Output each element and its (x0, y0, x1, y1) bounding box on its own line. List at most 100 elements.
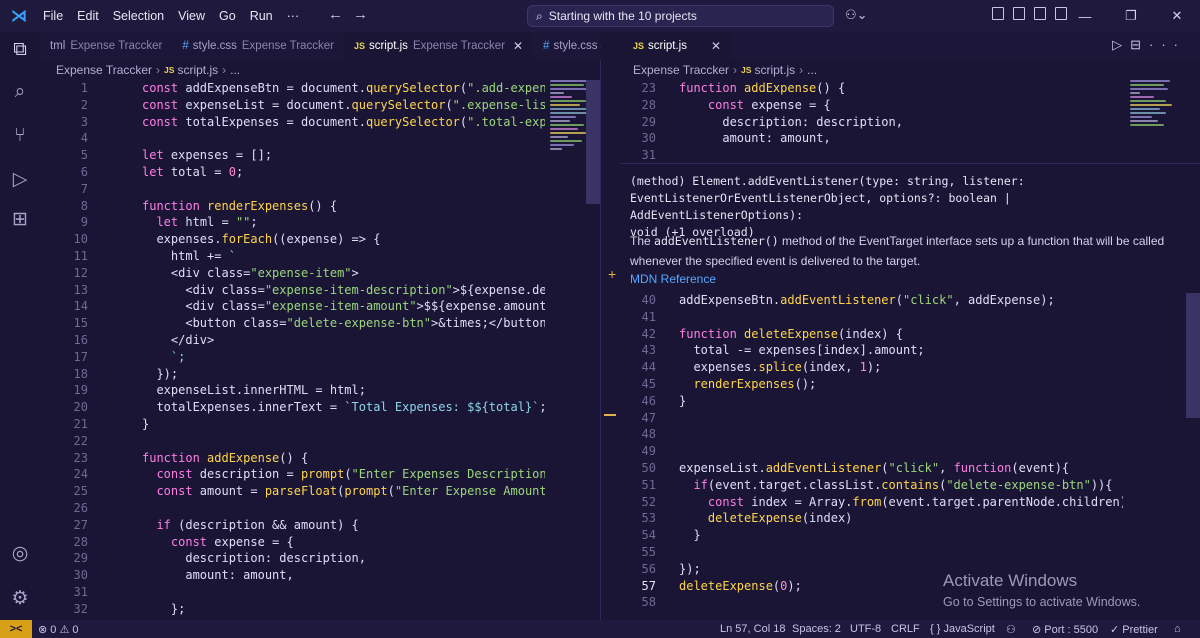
mdn-reference-link[interactable]: MDN Reference (630, 272, 716, 286)
code-line[interactable]: 10 expenses.forEach((expense) => { (40, 231, 381, 248)
code-line[interactable]: 46} (621, 393, 687, 410)
tab-index-html[interactable]: tml Expense Traccker (40, 32, 172, 60)
code-line[interactable]: 6 let total = 0; (40, 164, 243, 181)
close-tab-icon[interactable]: ✕ (711, 39, 721, 53)
code-line[interactable]: 16 </div> (40, 332, 215, 349)
code-line[interactable]: 31 (40, 584, 142, 601)
run-icon[interactable]: ▷ (1112, 37, 1130, 52)
code-line[interactable]: 47 (621, 410, 679, 427)
tab-style-css[interactable]: # style.css Expense Traccker (172, 32, 344, 60)
code-line[interactable]: 12 <div class="expense-item"> (40, 265, 359, 282)
code-line[interactable]: 23 function addExpense() { (40, 450, 309, 467)
breadcrumb-folder[interactable]: Expense Traccker (633, 63, 729, 77)
code-line[interactable]: 8 function renderExpenses() { (40, 198, 337, 215)
menu-go[interactable]: Go (212, 9, 243, 23)
split-editor-icon[interactable]: ⊟ (1130, 37, 1149, 52)
left-code-editor[interactable]: 1 const addExpenseBtn = document.querySel… (40, 80, 545, 620)
code-line[interactable]: 21} (40, 416, 150, 433)
command-center-search[interactable]: ⌕ Starting with the 10 projects (527, 5, 834, 27)
breadcrumb-file[interactable]: script.js (754, 63, 795, 77)
code-line[interactable]: 9 let html = ""; (40, 214, 258, 231)
menu-file[interactable]: File (36, 9, 70, 23)
copilot-icon[interactable]: ⚇⌄ (845, 7, 868, 23)
code-line[interactable]: 1 const addExpenseBtn = document.querySel… (40, 80, 545, 97)
code-line[interactable]: 15 <button class="delete-expense-btn">&t… (40, 315, 545, 332)
back-arrow-icon[interactable]: ← (328, 6, 353, 23)
cursor-position[interactable]: Ln 57, Col 18 (720, 623, 785, 635)
code-line[interactable]: 55 (621, 544, 679, 561)
code-line[interactable]: 23 function addExpense() { (621, 80, 846, 97)
code-line[interactable]: 20 totalExpenses.innerText = `Total Expe… (40, 399, 545, 416)
forward-arrow-icon[interactable]: → (353, 6, 378, 23)
code-line[interactable]: 41 (621, 309, 679, 326)
extensions-icon[interactable]: ⊞ (8, 208, 32, 232)
close-tab-icon[interactable]: ✕ (513, 39, 523, 53)
code-line[interactable]: 29 description: description, (621, 114, 903, 131)
toggle-primary-sidebar-icon[interactable] (1013, 7, 1025, 20)
code-line[interactable]: 25 const amount = parseFloat(prompt("Ent… (40, 483, 545, 500)
indentation[interactable]: Spaces: 2 (792, 623, 841, 635)
code-line[interactable]: 57 deleteExpense(0); (621, 578, 802, 595)
live-server-port[interactable]: ⊘ Port : 5500 (1032, 623, 1098, 636)
code-line[interactable]: 19 expenseList.innerHTML = html; (40, 382, 366, 399)
breadcrumb-symbol[interactable]: ... (230, 63, 240, 77)
code-line[interactable]: 13 <div class="expense-item-description"… (40, 282, 545, 299)
code-line[interactable]: 43 total -= expenses[index].amount; (621, 342, 925, 359)
minimize-icon[interactable]: — (1062, 0, 1108, 32)
close-window-icon[interactable]: ✕ (1154, 0, 1200, 32)
code-line[interactable]: 26 (40, 500, 142, 517)
code-line[interactable]: 3 const totalExpenses = document.querySel… (40, 114, 545, 131)
menu-more[interactable]: ··· (280, 9, 307, 23)
tab-script-js-right[interactable]: JS script.js ✕ (601, 32, 732, 60)
code-line[interactable]: 30 amount: amount, (40, 567, 294, 584)
code-line[interactable]: 29 description: description, (40, 550, 366, 567)
code-line[interactable]: 24 const description = prompt("Enter Exp… (40, 466, 545, 483)
prettier-status[interactable]: ✓ Prettier (1110, 623, 1158, 636)
breadcrumb-folder[interactable]: Expense Traccker (56, 63, 152, 77)
code-line[interactable]: 5 let expenses = []; (40, 147, 272, 164)
toggle-panel-icon[interactable] (1034, 7, 1046, 20)
code-line[interactable]: 48 (621, 426, 679, 443)
code-line[interactable]: 30 amount: amount, (621, 130, 831, 147)
right-code-editor-top[interactable]: 23 function addExpense() {28 const expens… (621, 80, 1123, 165)
code-line[interactable]: 28 const expense = { (40, 534, 294, 551)
menu-edit[interactable]: Edit (70, 9, 106, 23)
code-line[interactable]: 32 }; (40, 601, 186, 618)
breadcrumb-file[interactable]: script.js (177, 63, 218, 77)
source-control-icon[interactable]: ⑂ (8, 124, 32, 148)
code-line[interactable]: 11 html += ` (40, 248, 236, 265)
code-line[interactable]: 17 `; (40, 349, 186, 366)
menu-selection[interactable]: Selection (106, 9, 171, 23)
editor-group-divider[interactable] (600, 60, 601, 620)
notifications-icon[interactable]: ⌂ (1174, 623, 1181, 635)
remote-indicator[interactable]: >< (0, 620, 32, 638)
code-line[interactable]: 51 if(event.target.classList.contains("d… (621, 477, 1113, 494)
breadcrumb-symbol[interactable]: ... (807, 63, 817, 77)
code-line[interactable]: 28 const expense = { (621, 97, 831, 114)
account-icon[interactable]: ◎ (8, 542, 32, 566)
code-line[interactable]: 31 (621, 147, 679, 164)
code-line[interactable]: 14 <div class="expense-item-amount">$${e… (40, 298, 545, 315)
code-line[interactable]: 56}); (621, 561, 701, 578)
run-debug-icon[interactable]: ▷ (8, 168, 32, 192)
code-line[interactable]: 44 expenses.splice(index, 1); (621, 359, 882, 376)
code-line[interactable]: 52 const index = Array.from(event.target… (621, 494, 1123, 511)
customize-layout-icon[interactable] (992, 7, 1004, 20)
code-line[interactable]: 50 expenseList.addEventListener("click", … (621, 460, 1070, 477)
code-line[interactable]: 27 if (description && amount) { (40, 517, 359, 534)
code-line[interactable]: 22 (40, 433, 142, 450)
code-line[interactable]: 4 (40, 130, 142, 147)
more-actions-icon[interactable]: ··· (1149, 37, 1186, 52)
language-mode[interactable]: { } JavaScript (930, 623, 995, 635)
code-line[interactable]: 54 } (621, 527, 701, 544)
code-line[interactable]: 58 (621, 594, 679, 611)
settings-gear-icon[interactable]: ⚙ (8, 587, 32, 611)
tab-script-js[interactable]: JS script.js Expense Traccker ✕ (343, 32, 534, 60)
search-icon[interactable]: ⌕ (8, 80, 32, 104)
menu-view[interactable]: View (171, 9, 212, 23)
restore-icon[interactable]: ❐ (1108, 0, 1154, 32)
problems-count[interactable]: ⊗ 0 ⚠ 0 (38, 623, 78, 636)
code-line[interactable]: 53 deleteExpense(index) (621, 510, 853, 527)
left-scrollbar-thumb[interactable] (586, 80, 600, 204)
code-line[interactable]: 42 function deleteExpense(index) { (621, 326, 903, 343)
